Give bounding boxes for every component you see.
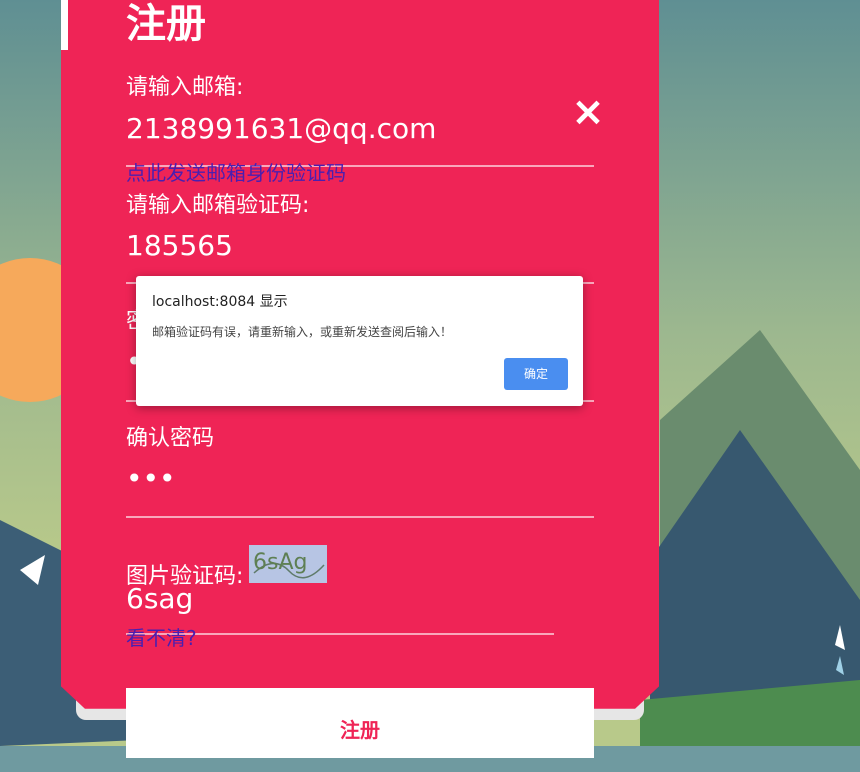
dialog-ok-button[interactable]: 确定 [504, 358, 568, 390]
email-code-label: 请输入邮箱验证码: [126, 193, 310, 218]
form-left-accent [61, 0, 68, 50]
dialog-title: localhost:8084 显示 [152, 294, 288, 310]
confirm-password-label: 确认密码 [126, 426, 215, 451]
send-email-code-link[interactable]: 点此发送邮箱身份验证码 [126, 160, 346, 186]
email-code-input[interactable]: 185565 [126, 229, 233, 263]
refresh-captcha-link[interactable]: 看不清? [126, 625, 197, 651]
captcha-image[interactable]: 6sAg [249, 545, 327, 583]
email-input[interactable]: 2138991631@qq.com [126, 112, 436, 146]
dialog-message: 邮箱验证码有误，请重新输入，或重新发送查阅后输入！ [152, 325, 453, 339]
confirm-password-input[interactable]: ••• [126, 462, 176, 496]
captcha-input[interactable]: 6sag [126, 582, 193, 616]
svg-text:6sAg: 6sAg [253, 550, 307, 575]
close-icon[interactable]: × [571, 92, 605, 132]
confirm-password-underline [126, 516, 594, 518]
email-label: 请输入邮箱: [126, 75, 244, 100]
register-button[interactable]: 注册 [126, 688, 594, 758]
page-title: 注册 [126, 1, 206, 47]
alert-dialog: localhost:8084 显示 邮箱验证码有误，请重新输入，或重新发送查阅后… [136, 276, 583, 406]
